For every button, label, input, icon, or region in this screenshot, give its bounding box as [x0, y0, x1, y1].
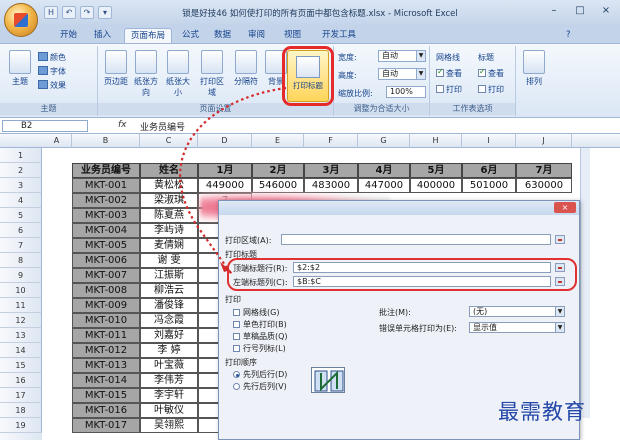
office-button[interactable]	[4, 3, 38, 37]
watermark: 最需教育	[498, 400, 586, 424]
office-logo-icon	[14, 13, 28, 27]
annotation-arrow	[179, 86, 287, 276]
annotation-arrow-path	[179, 86, 287, 276]
